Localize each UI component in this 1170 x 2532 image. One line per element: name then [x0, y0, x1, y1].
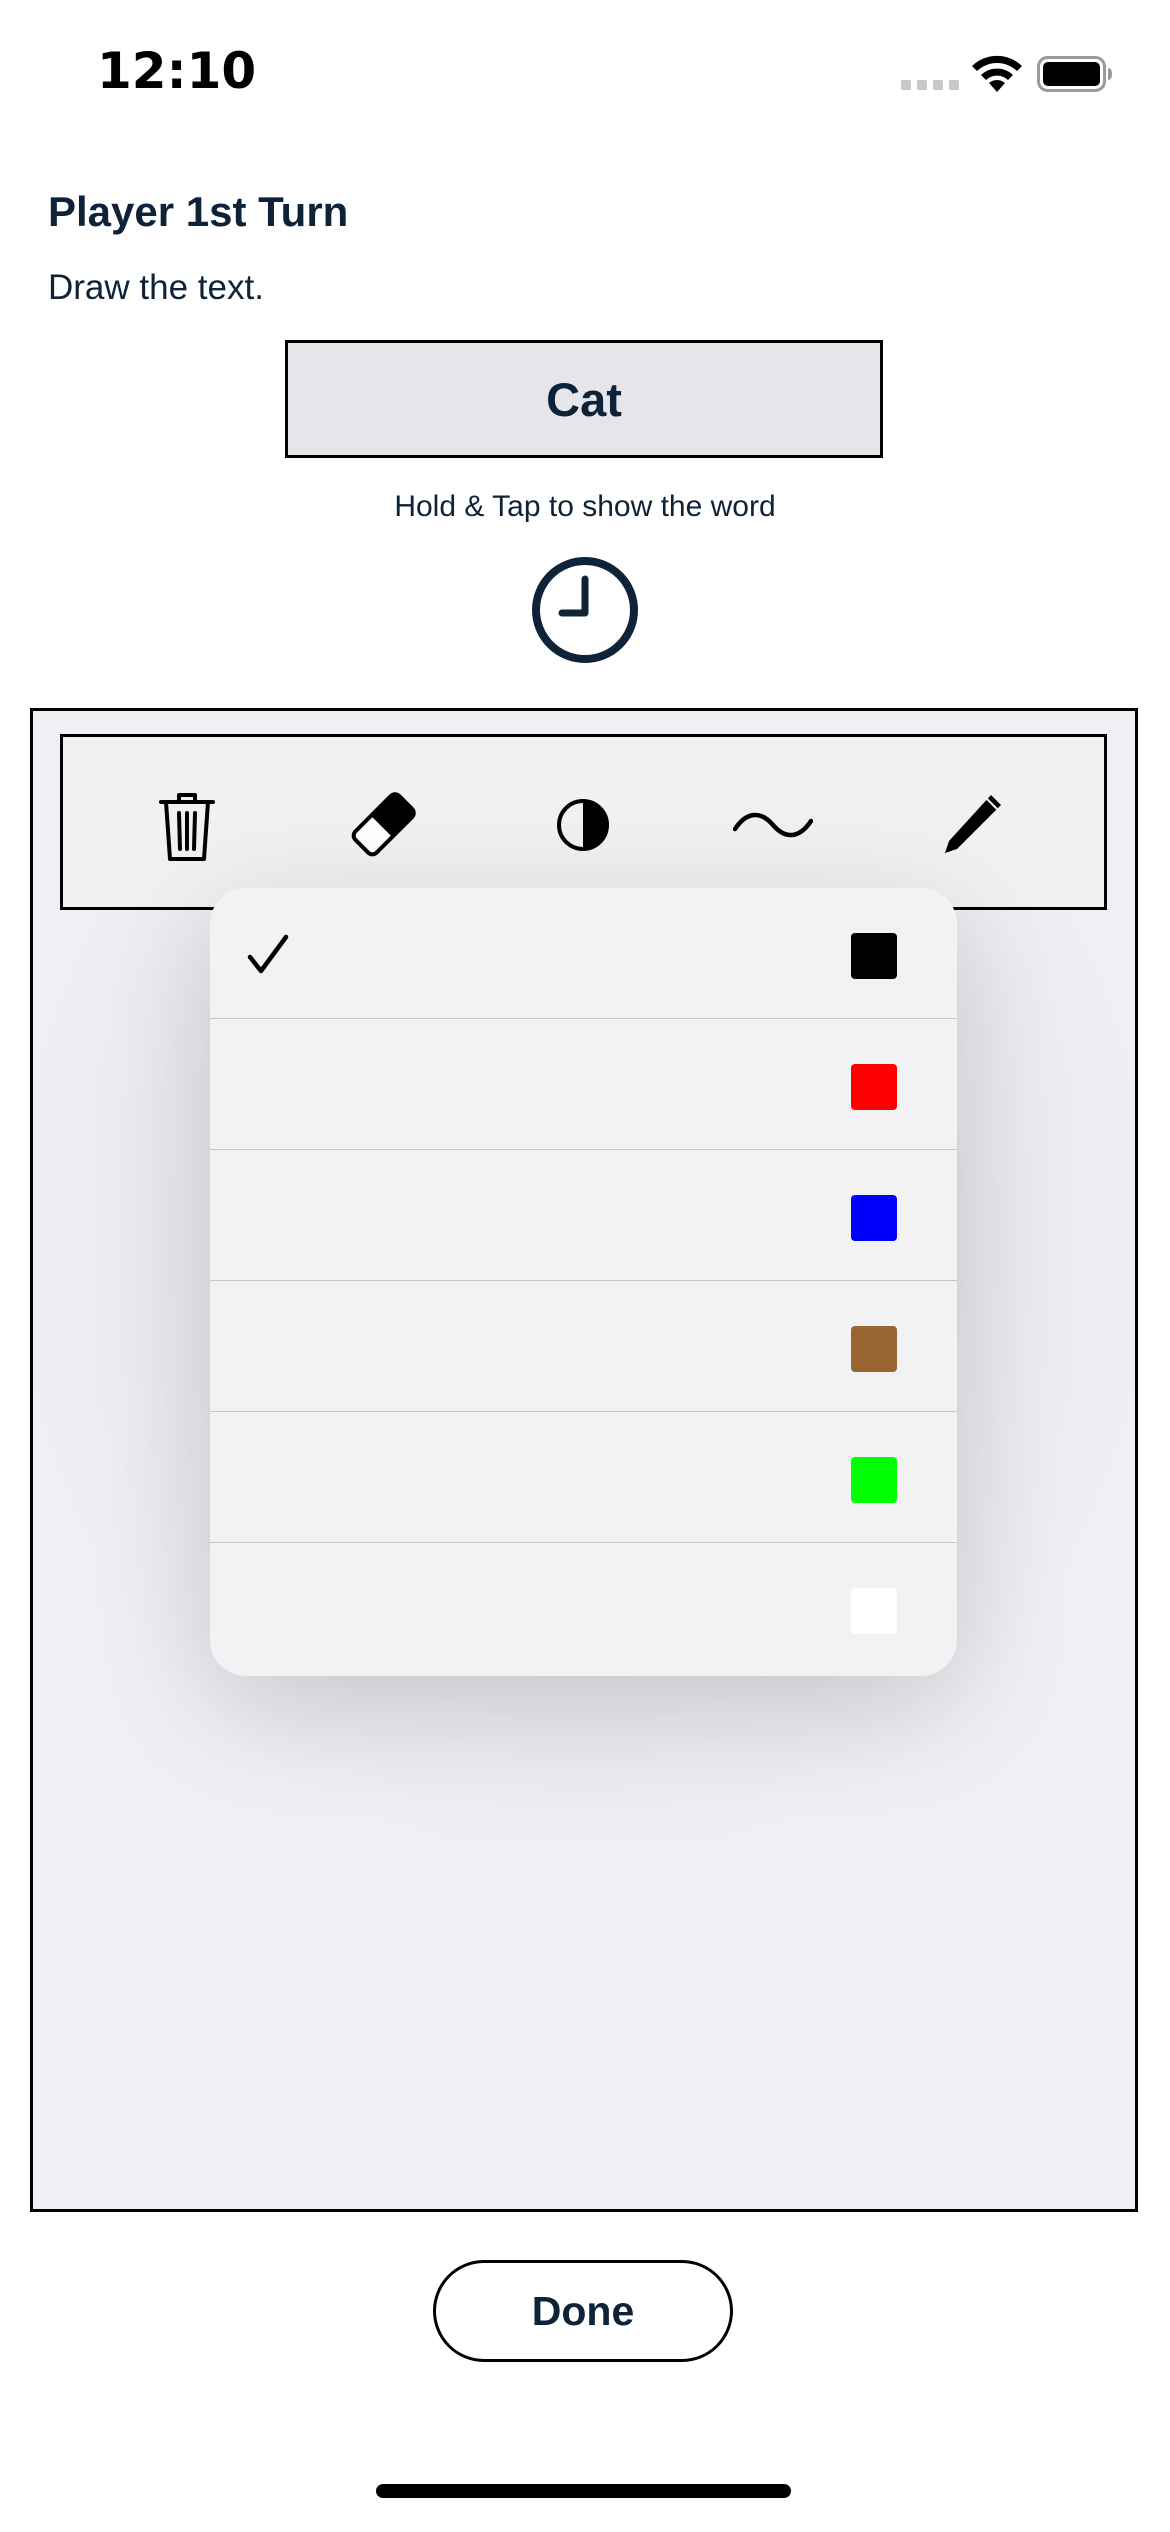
color-swatch	[851, 933, 897, 979]
word-reveal-box[interactable]: Cat	[285, 340, 883, 458]
color-option-brown[interactable]	[210, 1281, 957, 1412]
contrast-icon[interactable]	[543, 785, 623, 865]
reveal-hint: Hold & Tap to show the word	[394, 490, 776, 523]
color-swatch	[851, 1326, 897, 1372]
eraser-icon[interactable]	[343, 785, 423, 865]
instruction-text: Draw the text.	[48, 268, 264, 307]
checkmark-icon	[247, 934, 289, 974]
page-title: Player 1st Turn	[48, 188, 349, 235]
trash-icon[interactable]	[147, 785, 227, 865]
battery-icon	[1037, 56, 1112, 92]
color-option-red[interactable]	[210, 1019, 957, 1150]
home-indicator[interactable]	[376, 2484, 791, 2498]
color-swatch	[851, 1457, 897, 1503]
color-menu	[210, 888, 957, 1676]
status-time: 12:10	[97, 42, 257, 100]
color-swatch	[851, 1195, 897, 1241]
color-swatch	[851, 1064, 897, 1110]
color-option-blue[interactable]	[210, 1150, 957, 1281]
color-swatch	[851, 1588, 897, 1634]
word-text: Cat	[546, 372, 622, 426]
done-button[interactable]: Done	[433, 2260, 733, 2362]
clock-icon	[532, 557, 638, 663]
wifi-icon	[972, 55, 1022, 92]
done-label: Done	[531, 2287, 635, 2334]
color-option-white[interactable]	[210, 1543, 957, 1674]
color-option-black[interactable]	[210, 888, 957, 1019]
drawing-toolbar	[60, 734, 1107, 910]
cellular-signal-icon	[901, 80, 959, 90]
color-option-green[interactable]	[210, 1412, 957, 1543]
pencil-icon[interactable]	[933, 785, 1013, 865]
tilde-wave-icon[interactable]	[733, 785, 813, 865]
